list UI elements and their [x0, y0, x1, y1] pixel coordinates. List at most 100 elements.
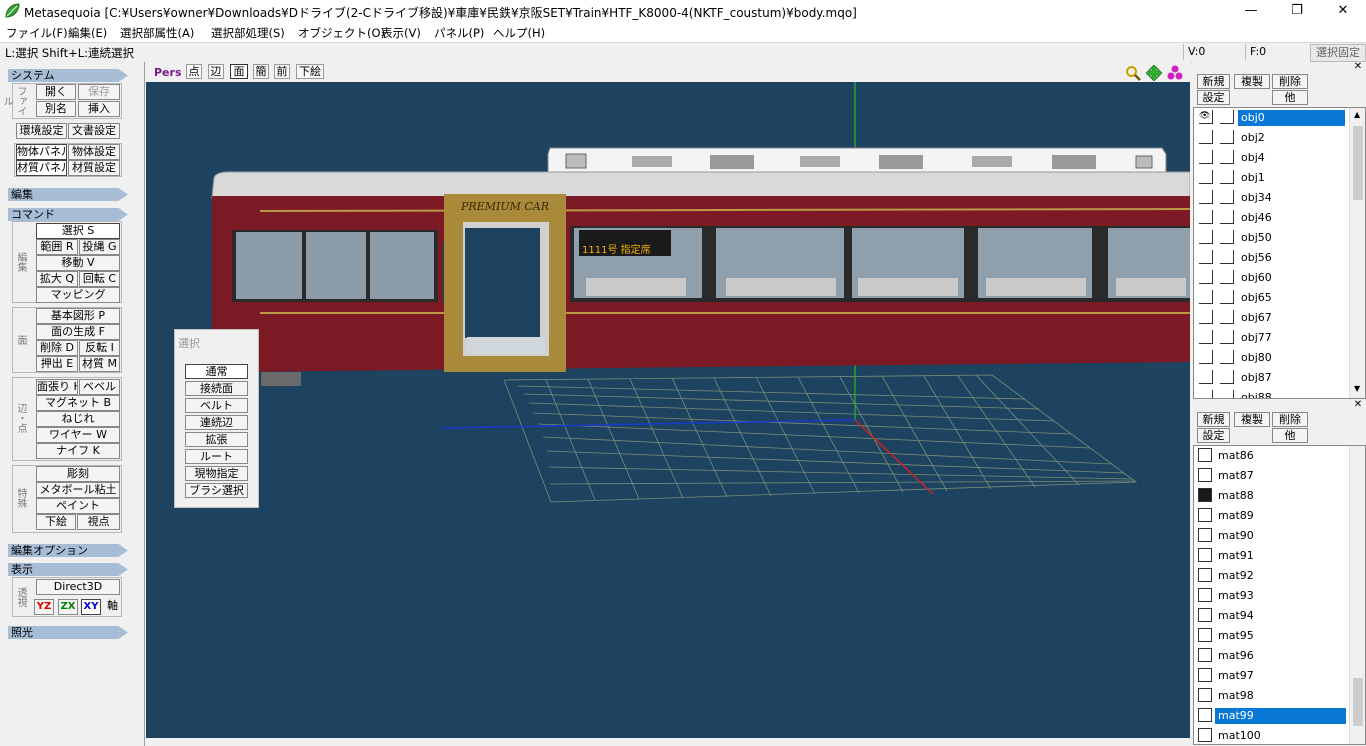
material-swatch[interactable] — [1198, 628, 1212, 642]
material-settings-button[interactable]: 設定 — [1197, 428, 1230, 443]
object-list-scroll-thumb[interactable] — [1353, 126, 1363, 200]
menu-view[interactable]: 表示(V) — [381, 25, 421, 41]
visibility-eye-icon[interactable]: 👁 — [1199, 110, 1213, 124]
select-palette[interactable]: 選択 通常 接続面 ベルト 連続辺 拡張 ルート 現物指定 ブラシ選択 — [174, 329, 259, 508]
mapping-tool-button[interactable]: マッピング — [36, 287, 120, 303]
material-row[interactable]: mat95 — [1194, 626, 1348, 646]
view-faces-toggle[interactable]: 面 — [230, 64, 248, 79]
visibility-toggle[interactable] — [1199, 330, 1213, 344]
material-delete-button[interactable]: 削除 — [1272, 412, 1308, 427]
object-row[interactable]: obj34 — [1194, 188, 1348, 208]
save-button[interactable]: 保存 — [78, 84, 120, 100]
lock-toggle[interactable] — [1220, 230, 1234, 244]
visibility-toggle[interactable] — [1199, 270, 1213, 284]
select-route-button[interactable]: ルート — [185, 449, 248, 464]
insert-button[interactable]: 挿入 — [78, 101, 120, 117]
select-connected-button[interactable]: 接続面 — [185, 381, 248, 396]
lock-toggle[interactable] — [1220, 170, 1234, 184]
flip-tool-button[interactable]: 反転 I — [79, 340, 120, 356]
object-settings-button[interactable]: 設定 — [1197, 90, 1230, 105]
lock-toggle[interactable] — [1220, 330, 1234, 344]
object-row[interactable]: obj77 — [1194, 328, 1348, 348]
material-swatch[interactable] — [1198, 548, 1212, 562]
material-panel-button[interactable]: 材質パネル — [16, 160, 67, 176]
object-other-button[interactable]: 他 — [1272, 90, 1308, 105]
select-actual-button[interactable]: 現物指定 — [185, 466, 248, 481]
material-swatch[interactable] — [1198, 448, 1212, 462]
material-row[interactable]: mat94 — [1194, 606, 1348, 626]
material-row[interactable]: mat89 — [1194, 506, 1348, 526]
save-as-button[interactable]: 別名 — [36, 101, 76, 117]
range-tool-button[interactable]: 範囲 R — [36, 239, 78, 255]
lasso-tool-button[interactable]: 投縄 G — [79, 239, 120, 255]
object-row[interactable]: obj67 — [1194, 308, 1348, 328]
lock-toggle[interactable] — [1220, 130, 1234, 144]
object-row[interactable]: obj46 — [1194, 208, 1348, 228]
material-settings-button[interactable]: 材質設定 — [68, 160, 120, 176]
visibility-toggle[interactable] — [1199, 310, 1213, 324]
view-simple-toggle[interactable]: 簡 — [253, 64, 269, 79]
menu-file[interactable]: ファイル(F) — [6, 25, 68, 41]
lock-toggle[interactable] — [1220, 290, 1234, 304]
visibility-toggle[interactable] — [1199, 130, 1213, 144]
material-swatch[interactable] — [1198, 668, 1212, 682]
material-swatch[interactable] — [1198, 608, 1212, 622]
bevel-tool-button[interactable]: ベベル — [79, 379, 120, 395]
material-swatch[interactable] — [1198, 528, 1212, 542]
section-lighting[interactable]: 照光 — [8, 626, 128, 639]
material-list[interactable]: mat86 mat87 mat88 mat89 mat90 mat91 mat92 mat93… — [1193, 445, 1366, 745]
material-swatch[interactable] — [1198, 568, 1212, 582]
primitive-tool-button[interactable]: 基本図形 P — [36, 308, 120, 324]
scroll-down-icon[interactable]: ▼ — [1354, 384, 1360, 393]
material-row[interactable]: mat100 — [1194, 726, 1348, 744]
select-continuous-edge-button[interactable]: 連続辺 — [185, 415, 248, 430]
select-fixed-button[interactable]: 選択固定 — [1310, 44, 1366, 62]
object-panel-close-icon[interactable]: ✕ — [1352, 62, 1364, 72]
direct3d-button[interactable]: Direct3D — [36, 579, 120, 595]
minimize-button[interactable]: — — [1228, 0, 1274, 23]
material-row[interactable]: mat91 — [1194, 546, 1348, 566]
material-swatch[interactable] — [1198, 648, 1212, 662]
magnet-tool-button[interactable]: マグネット B — [36, 395, 120, 411]
visibility-toggle[interactable] — [1199, 250, 1213, 264]
menu-selection-attr[interactable]: 選択部属性(A) — [120, 25, 194, 41]
material-row[interactable]: mat86 — [1194, 446, 1348, 466]
object-row[interactable]: obj56 — [1194, 248, 1348, 268]
material-row[interactable]: mat98 — [1194, 686, 1348, 706]
lock-toggle[interactable] — [1220, 190, 1234, 204]
metaball-tool-button[interactable]: メタボール粘土 — [36, 482, 120, 498]
object-row[interactable]: 👁 obj0 — [1194, 108, 1348, 128]
visibility-toggle[interactable] — [1199, 390, 1213, 398]
object-duplicate-button[interactable]: 複製 — [1234, 74, 1270, 89]
maximize-button[interactable]: ❐ — [1274, 0, 1320, 23]
menu-help[interactable]: ヘルプ(H) — [493, 25, 545, 41]
object-row[interactable]: obj87 — [1194, 368, 1348, 388]
scroll-up-icon[interactable]: ▲ — [1354, 110, 1360, 119]
view-underlay-toggle[interactable]: 下絵 — [296, 64, 324, 79]
material-swatch[interactable] — [1198, 688, 1212, 702]
material-swatch[interactable] — [1198, 708, 1212, 722]
object-row[interactable]: obj80 — [1194, 348, 1348, 368]
view-points-toggle[interactable]: 点 — [186, 64, 202, 79]
visibility-toggle[interactable] — [1199, 150, 1213, 164]
object-row[interactable]: obj60 — [1194, 268, 1348, 288]
3d-viewport[interactable]: PREMIUM CAR 1111号 指定席 — [146, 82, 1190, 738]
visibility-toggle[interactable] — [1199, 210, 1213, 224]
object-row[interactable]: obj1 — [1194, 168, 1348, 188]
env-settings-button[interactable]: 環境設定 — [16, 123, 67, 139]
lock-toggle[interactable] — [1220, 390, 1234, 398]
section-edit-options[interactable]: 編集オプション — [8, 544, 128, 557]
close-button[interactable]: ✕ — [1320, 0, 1366, 23]
axis-toggle[interactable]: 軸 — [104, 599, 121, 615]
material-duplicate-button[interactable]: 複製 — [1234, 412, 1270, 427]
view-yz-button[interactable]: YZ — [34, 599, 54, 615]
material-row[interactable]: mat96 — [1194, 646, 1348, 666]
lock-toggle[interactable] — [1220, 150, 1234, 164]
visibility-toggle[interactable] — [1199, 370, 1213, 384]
object-settings-button[interactable]: 物体設定 — [68, 144, 120, 160]
material-row[interactable]: mat92 — [1194, 566, 1348, 586]
material-list-scroll-thumb[interactable] — [1353, 678, 1363, 726]
projection-label[interactable]: Pers — [154, 66, 182, 79]
object-list[interactable]: 👁 obj0 obj2 obj4 obj1 obj34 obj46 obj50 obj56 obj… — [1193, 107, 1366, 399]
material-swatch[interactable] — [1198, 468, 1212, 482]
